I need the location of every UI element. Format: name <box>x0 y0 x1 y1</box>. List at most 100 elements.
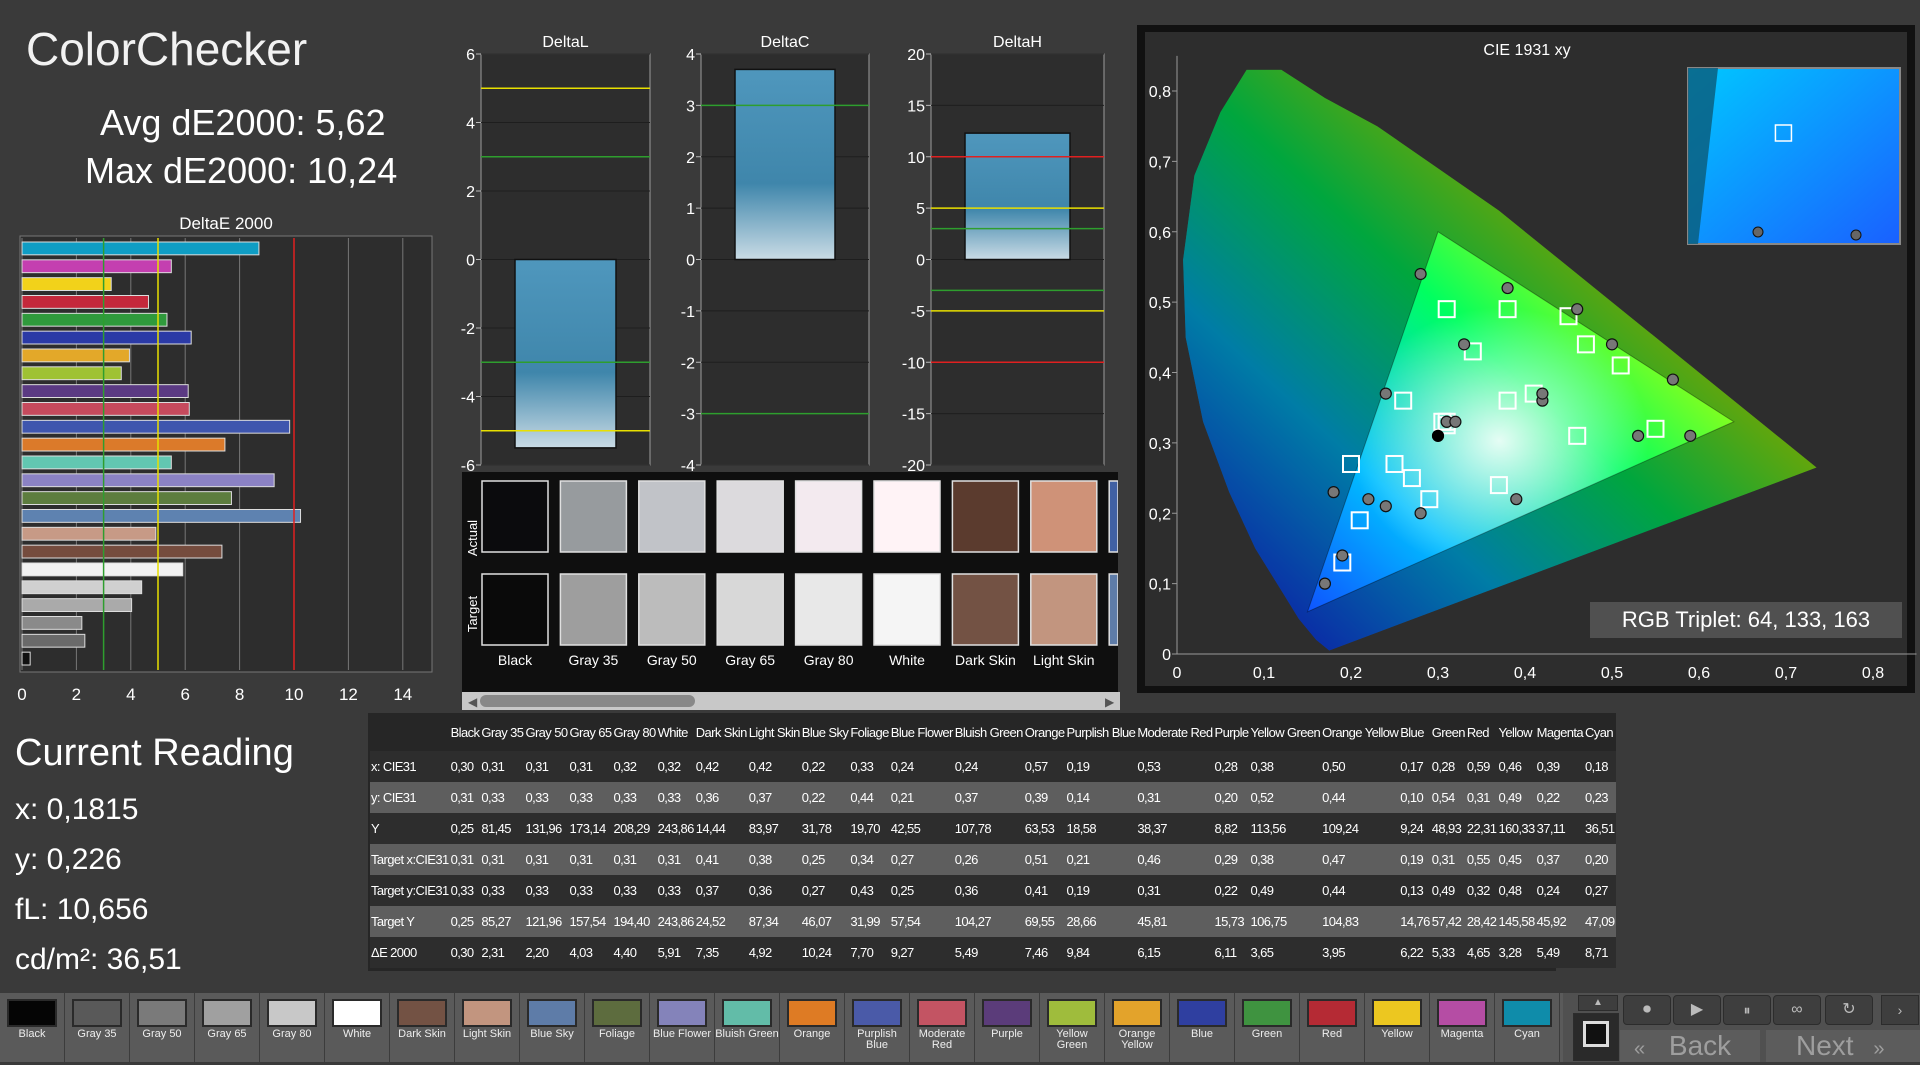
reading-fl: fL: 10,656 <box>15 893 149 926</box>
next-label: Next <box>1796 1030 1854 1061</box>
patch-swatch-button[interactable]: Bluish Green <box>715 993 780 1062</box>
patch-swatch-button[interactable]: Dark Skin <box>390 993 455 1062</box>
cie-measured-point <box>1605 338 1619 351</box>
table-cell: 87,34 <box>747 906 801 937</box>
cie-y-tick-label: 0,3 <box>1149 436 1171 453</box>
patch-swatch-button[interactable]: Gray 80 <box>260 993 325 1062</box>
delta-tick-label: 5 <box>916 201 925 218</box>
swatch-color <box>137 999 187 1027</box>
patch-swatch-button[interactable]: Purplish Blue <box>845 993 910 1062</box>
inset-measured-point <box>1752 226 1764 238</box>
patch-swatch-button[interactable]: Yellow <box>1365 993 1430 1062</box>
loop-button[interactable]: ∞ <box>1773 995 1821 1025</box>
patch-swatch-button[interactable]: Gray 35 <box>65 993 130 1062</box>
table-cell: 0,31 <box>1136 875 1214 906</box>
back-button[interactable]: « Back <box>1620 1030 1760 1062</box>
scrollbar-thumb[interactable] <box>480 695 695 707</box>
table-cell: 0,23 <box>1584 782 1616 813</box>
table-cell: 131,96 <box>524 813 569 844</box>
table-row: Target Y 0,25 85,27 121,96 157,54 194,40 243,8… <box>370 906 1616 937</box>
table-cell: 113,56 <box>1249 813 1322 844</box>
swatch-label: Moderate Red <box>918 1028 966 1051</box>
row-label: Target y:CIE31 <box>370 875 450 906</box>
patch-label: Dark Skin <box>955 652 1016 668</box>
table-cell: 2,20 <box>524 937 569 968</box>
play-icon: ▶ <box>1690 1001 1704 1018</box>
patch-swatch-button[interactable]: Gray 65 <box>195 993 260 1062</box>
pause-button[interactable]: ⏸ <box>1723 995 1771 1025</box>
patch-swatch-button[interactable]: Yellow Green <box>1040 993 1105 1062</box>
cie-y-tick-label: 0,2 <box>1149 506 1171 523</box>
deltae-bar <box>21 259 172 274</box>
table-cell: 14,44 <box>694 813 748 844</box>
table-cell: 0,24 <box>1535 875 1585 906</box>
table-cell: 6,11 <box>1213 937 1250 968</box>
deltae-tick-label: 12 <box>339 685 358 704</box>
delta-chart-title: DeltaL <box>542 34 588 51</box>
patch-swatch-button[interactable]: Blue Sky <box>520 993 585 1062</box>
table-row: Target x:CIE31 0,31 0,31 0,31 0,31 0,31 0,31 0,… <box>370 844 1616 875</box>
patch-swatch-button[interactable]: Red <box>1300 993 1365 1062</box>
column-header: Light Skin <box>747 713 801 751</box>
table-cell: 15,73 <box>1213 906 1250 937</box>
swatch-color <box>1307 999 1357 1027</box>
patch-swatch-button[interactable]: Moderate Red <box>910 993 975 1062</box>
table-cell: 0,44 <box>1321 875 1400 906</box>
more-button[interactable]: › <box>1881 995 1919 1025</box>
patch-swatch-button[interactable]: Blue Flower <box>650 993 715 1062</box>
deltae-bar <box>21 598 133 613</box>
refresh-button[interactable]: ↻ <box>1825 995 1873 1025</box>
cie-y-tick-label: 0,7 <box>1149 154 1171 171</box>
table-cell: 0,37 <box>953 782 1024 813</box>
measurement-table: Black Gray 35 Gray 50 Gray 65 Gray 80 White Da… <box>370 713 1616 968</box>
column-header: Purple <box>1213 713 1250 751</box>
play-button[interactable]: ▶ <box>1673 995 1721 1025</box>
patch-swatch-button[interactable]: Magenta <box>1430 993 1495 1062</box>
patch-swatch-button[interactable]: Foliage <box>585 993 650 1062</box>
target-patch <box>1030 573 1098 646</box>
swatch-label: Bluish Green <box>715 1028 779 1040</box>
record-button[interactable]: ⏺ <box>1623 995 1671 1025</box>
patch-swatch-button[interactable]: White <box>325 993 390 1062</box>
inset-measured-point <box>1850 229 1862 241</box>
patch-swatch-button[interactable]: Light Skin <box>455 993 520 1062</box>
swatch-color <box>657 999 707 1027</box>
patch-swatch-button[interactable]: Orange Yellow <box>1105 993 1170 1062</box>
cie-measured-point <box>1379 500 1392 513</box>
cie-measured-point <box>1501 281 1514 295</box>
patch-swatch-button[interactable]: Cyan <box>1495 993 1560 1062</box>
delta-tick-label: 0 <box>466 253 475 270</box>
patch-swatch-button[interactable]: Purple <box>975 993 1040 1062</box>
actual-patch <box>716 480 784 553</box>
table-cell: 57,42 <box>1430 906 1466 937</box>
actual-patch <box>559 480 628 553</box>
deltae-bar <box>21 419 291 434</box>
scroll-right-icon[interactable]: ▶ <box>1105 695 1115 709</box>
next-button[interactable]: Next » <box>1766 1030 1920 1062</box>
patch-swatch-button[interactable]: Orange <box>780 993 845 1062</box>
delta-tick-label: 0 <box>686 253 695 270</box>
cie-measured-point <box>1684 429 1697 442</box>
cie-x-tick-label: 0,8 <box>1862 665 1884 682</box>
table-cell: 0,25 <box>449 813 481 844</box>
stop-button[interactable] <box>1573 1013 1619 1061</box>
cie-y-tick-label: 0,1 <box>1149 577 1171 594</box>
deltae-bar <box>21 544 223 559</box>
deltae-bar <box>21 402 190 416</box>
swatch-label: Blue Sky <box>530 1028 574 1040</box>
patch-swatch-button[interactable]: Black <box>0 993 65 1062</box>
cie-measured-point <box>1571 303 1584 316</box>
swatch-label: Gray 35 <box>77 1028 117 1040</box>
patch-swatch-button[interactable]: Green <box>1235 993 1300 1062</box>
swatch-color <box>7 999 57 1027</box>
scroll-left-icon[interactable]: ◀ <box>468 695 478 709</box>
table-row: x: CIE31 0,30 0,31 0,31 0,31 0,32 0,32 0,42 0,42… <box>370 751 1616 782</box>
delta-tick-label: 0 <box>916 253 925 270</box>
up-arrow-button[interactable]: ▲ <box>1578 995 1618 1011</box>
patch-swatch-button[interactable]: Blue <box>1170 993 1235 1062</box>
swatch-color <box>787 999 837 1027</box>
patch-swatch-button[interactable]: Gray 50 <box>130 993 195 1062</box>
deltae-chart: DeltaE 2000 0 2 4 6 8 10 12 14 <box>17 214 433 704</box>
patch-label: Light Skin <box>1033 652 1094 668</box>
table-cell: 0,29 <box>1213 844 1250 875</box>
